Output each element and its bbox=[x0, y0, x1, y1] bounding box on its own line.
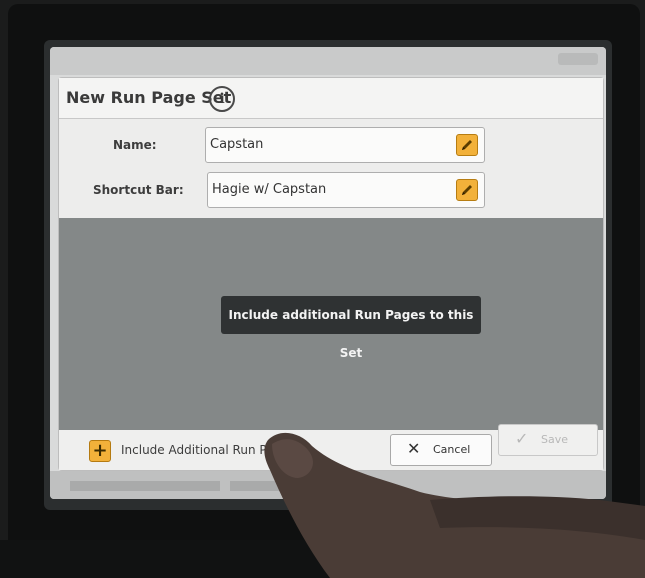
dialog-footer: + Include Additional Run P ✕ Cancel ✓ Sa… bbox=[59, 424, 603, 470]
display-screen: New Run Page Set i Name: Capstan Shortcu… bbox=[50, 47, 606, 499]
include-additional-run-pages-label[interactable]: Include Additional Run P bbox=[121, 443, 267, 457]
new-run-page-set-dialog: New Run Page Set i Name: Capstan Shortcu… bbox=[58, 77, 604, 471]
dialog-title: New Run Page Set bbox=[66, 88, 232, 107]
bottom-bar-segment bbox=[70, 481, 220, 491]
plus-icon[interactable]: + bbox=[89, 440, 111, 462]
pencil-icon[interactable] bbox=[456, 134, 478, 156]
bezel-bottom bbox=[0, 540, 645, 578]
run-pages-area: Include additional Run Pages to this Set bbox=[59, 218, 603, 430]
check-icon: ✓ bbox=[515, 429, 529, 448]
bottom-status-bar bbox=[50, 471, 606, 499]
save-button-label: Save bbox=[541, 433, 569, 446]
cancel-button[interactable]: ✕ Cancel bbox=[390, 434, 492, 466]
shortcut-bar-field[interactable]: Hagie w/ Capstan bbox=[207, 172, 485, 208]
bottom-bar-segment bbox=[230, 481, 380, 491]
dialog-header: New Run Page Set i bbox=[59, 78, 603, 119]
info-icon[interactable]: i bbox=[209, 86, 235, 112]
shortcut-bar-label: Shortcut Bar: bbox=[93, 183, 184, 197]
top-strip-tab bbox=[558, 53, 598, 65]
info-message: Include additional Run Pages to this Set bbox=[221, 296, 481, 360]
cancel-button-label: Cancel bbox=[433, 443, 471, 456]
x-icon: ✕ bbox=[407, 439, 421, 458]
name-field[interactable]: Capstan bbox=[205, 127, 485, 163]
shortcut-bar-field-value: Hagie w/ Capstan bbox=[212, 182, 327, 197]
top-status-strip bbox=[50, 47, 606, 75]
pencil-icon[interactable] bbox=[456, 179, 478, 201]
name-field-value: Capstan bbox=[210, 137, 264, 152]
save-button[interactable]: ✓ Save bbox=[498, 424, 598, 456]
name-label: Name: bbox=[113, 138, 157, 152]
